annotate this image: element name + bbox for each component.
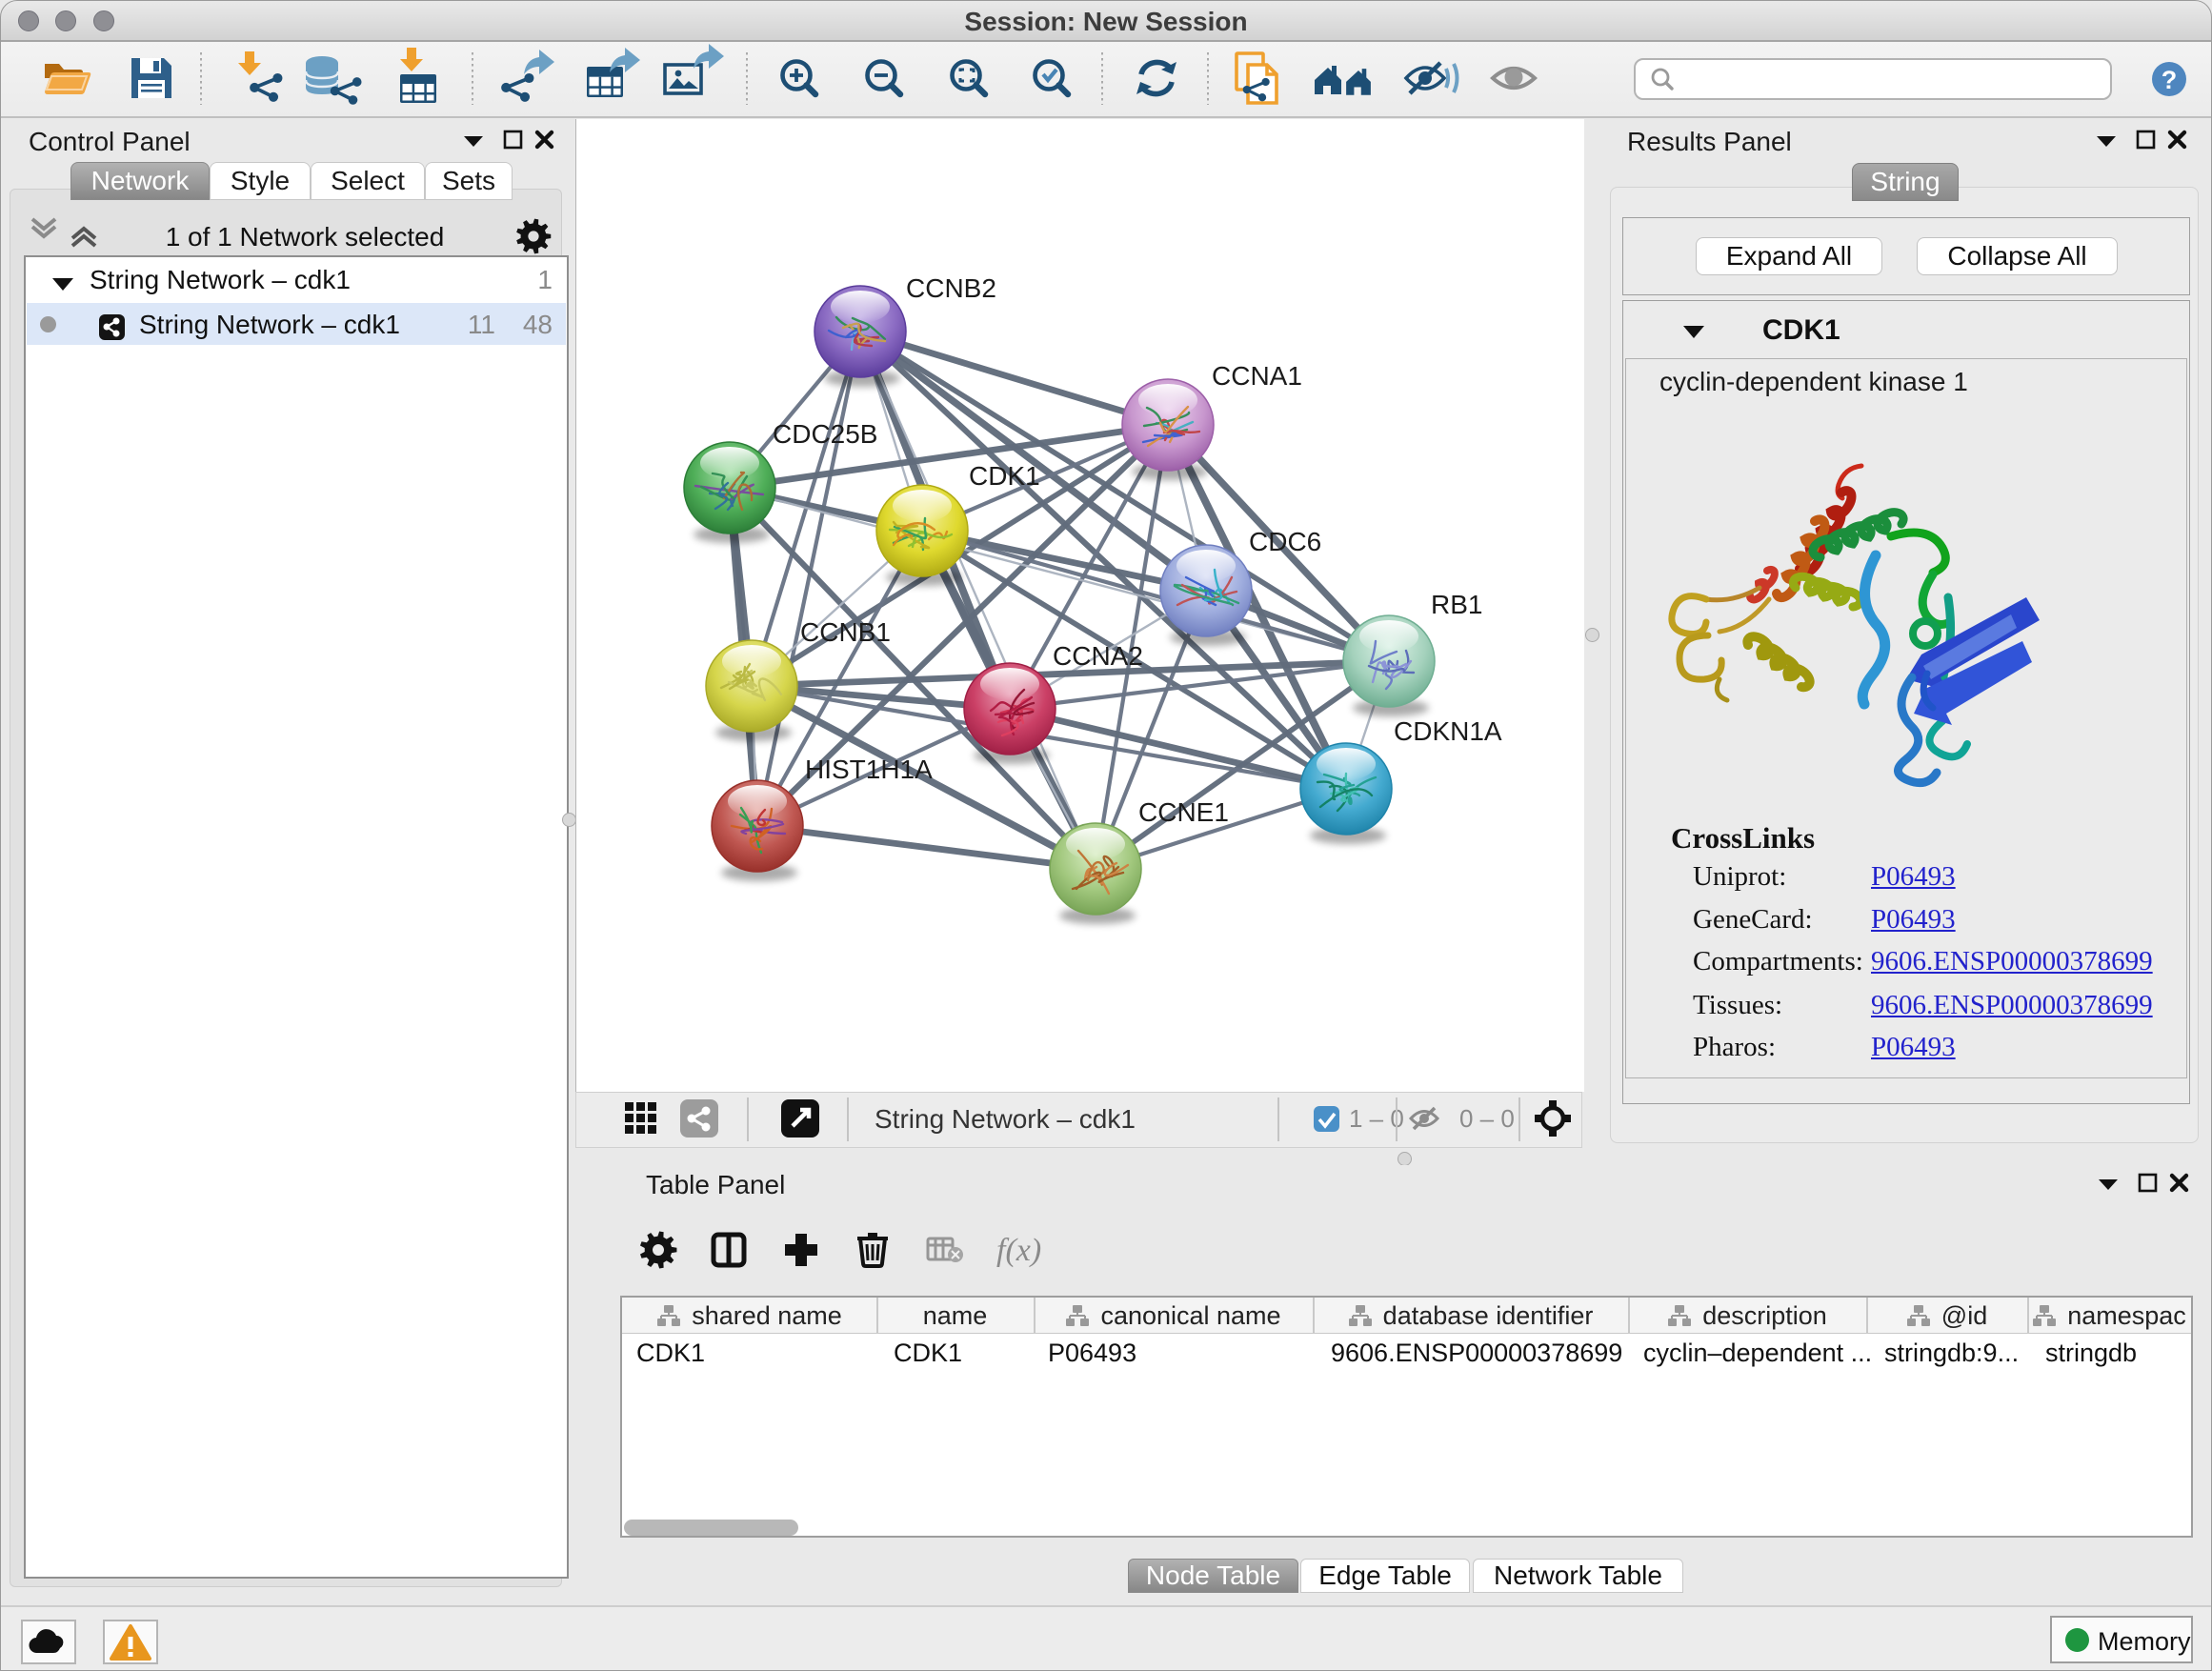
svg-text:CDK1: CDK1: [969, 461, 1040, 491]
svg-text:CCNA2: CCNA2: [1053, 641, 1143, 671]
svg-text:String Network – cdk1: String Network – cdk1: [875, 1104, 1136, 1134]
svg-text:?: ?: [2162, 66, 2178, 94]
svg-text:CCNB2: CCNB2: [906, 273, 996, 303]
svg-text:CCNB1: CCNB1: [800, 617, 891, 647]
svg-text:f(x): f(x): [996, 1233, 1041, 1268]
svg-text:HIST1H1A: HIST1H1A: [805, 755, 933, 784]
svg-text:RB1: RB1: [1431, 590, 1482, 619]
svg-text:CCNA1: CCNA1: [1212, 361, 1302, 391]
svg-text:CDC6: CDC6: [1249, 527, 1321, 556]
svg-text:CCNE1: CCNE1: [1138, 797, 1229, 827]
svg-text:0 – 0: 0 – 0: [1459, 1104, 1515, 1133]
svg-text:CDKN1A: CDKN1A: [1394, 716, 1502, 746]
svg-text:CDC25B: CDC25B: [773, 419, 877, 449]
